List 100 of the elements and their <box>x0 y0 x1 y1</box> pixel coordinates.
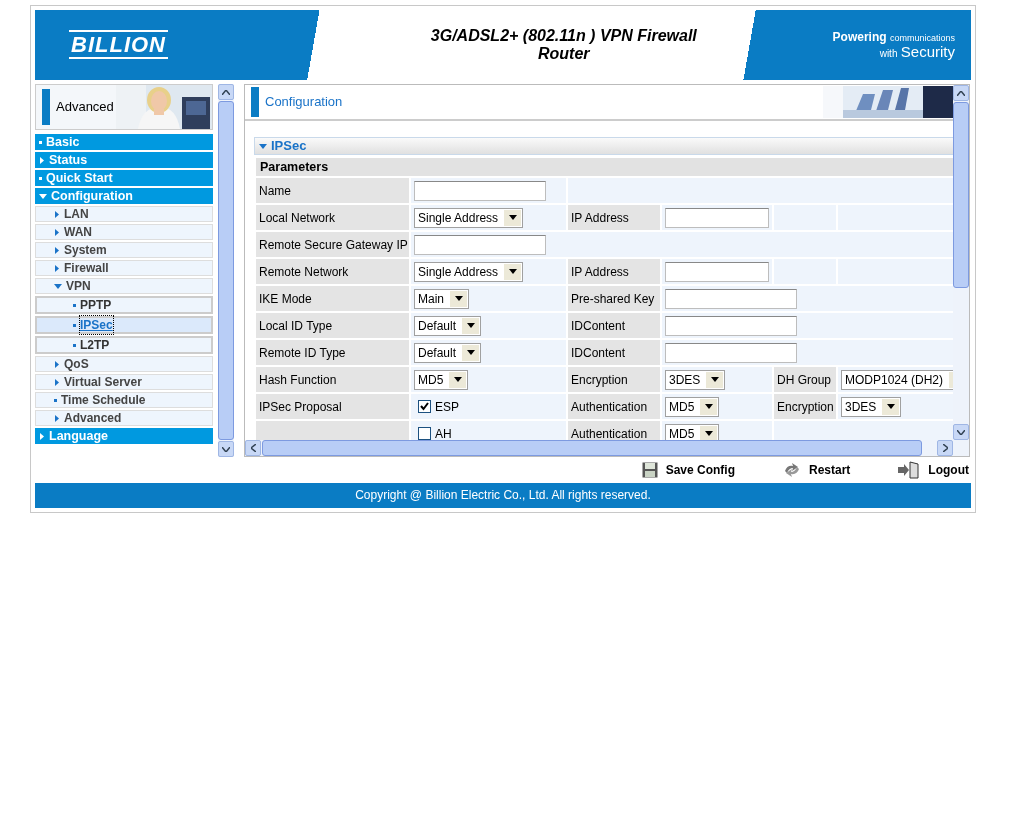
dropdown[interactable]: 3DES <box>665 369 726 390</box>
field-label: Remote Secure Gateway IP <box>259 237 408 252</box>
checkbox-label: AH <box>435 425 452 440</box>
input-field[interactable] <box>414 180 546 201</box>
dropdown[interactable]: MD5 <box>665 396 720 417</box>
billion-logo: BILLION <box>69 29 168 59</box>
scroll-right-icon[interactable] <box>937 440 953 456</box>
sidebar-item[interactable]: VPN <box>35 278 213 294</box>
field-label: Pre-shared Key <box>571 291 655 306</box>
caret-right-icon <box>39 156 45 164</box>
scroll-down-icon[interactable] <box>218 441 234 457</box>
field-label: Authentication <box>571 426 648 440</box>
sidebar-item[interactable]: Firewall <box>35 260 213 276</box>
field-label: IP Address <box>571 210 629 225</box>
field-label: Authentication <box>571 399 648 414</box>
caret-right-icon <box>54 246 60 254</box>
input-field[interactable] <box>665 315 797 336</box>
sidebar-item[interactable]: L2TP <box>35 336 213 354</box>
scrollbar[interactable] <box>953 85 969 440</box>
field-label: Remote Network <box>259 264 349 279</box>
tagline-text: Powering <box>832 29 887 44</box>
action-link[interactable]: Restart <box>783 461 851 479</box>
dropdown[interactable]: Default <box>414 315 482 336</box>
checkbox-label: ESP <box>435 398 459 416</box>
field-label: IP Address <box>571 264 629 279</box>
page-heading: Configuration <box>265 93 344 112</box>
dropdown[interactable]: MD5 <box>414 369 469 390</box>
bullet-icon <box>73 343 76 347</box>
caret-down-icon <box>504 209 522 226</box>
scroll-up-icon[interactable] <box>218 84 234 100</box>
bullet-icon <box>54 398 57 402</box>
tagline-text: Security <box>900 42 955 60</box>
input-field[interactable] <box>665 288 797 309</box>
router-title: 3G/ADSL2+ (802.11n ) VPN Firewall Router <box>429 27 698 63</box>
input-field[interactable] <box>665 261 769 282</box>
scroll-up-icon[interactable] <box>953 85 969 101</box>
sidebar-item[interactable]: WAN <box>35 224 213 240</box>
caret-down-icon <box>700 398 718 415</box>
caret-down-icon <box>700 425 718 440</box>
caret-right-icon <box>54 264 60 272</box>
dropdown[interactable]: MODP1024 (DH2) <box>841 369 953 390</box>
sidebar-item[interactable]: Time Schedule <box>35 392 213 408</box>
field-label: Hash Function <box>259 372 337 387</box>
caret-right-icon <box>39 432 45 440</box>
caret-right-icon <box>54 360 60 368</box>
checkbox[interactable] <box>418 427 431 440</box>
sidebar-item[interactable]: Advanced <box>35 410 213 426</box>
caret-down-icon <box>450 290 467 307</box>
field-label: IKE Mode <box>259 291 312 306</box>
sidebar-item[interactable]: Virtual Server <box>35 374 213 390</box>
caret-right-icon <box>54 228 60 236</box>
circular-arrows-icon <box>783 462 801 478</box>
field-label: Local Network <box>259 210 336 225</box>
input-field[interactable] <box>665 342 797 363</box>
exit-door-icon <box>898 461 921 479</box>
copyright-bar: Copyright @ Billion Electric Co., Ltd. All rights reserved. <box>35 483 971 508</box>
field-label: DH Group <box>777 372 832 387</box>
field-label: Encryption <box>777 399 834 414</box>
action-link[interactable]: Save Config <box>641 461 735 479</box>
dropdown[interactable]: 3DES <box>841 396 902 417</box>
dropdown[interactable]: Single Address <box>414 207 524 228</box>
input-field[interactable] <box>665 207 769 228</box>
accent-bar <box>251 87 259 117</box>
tagline-text: communications <box>889 32 955 43</box>
field-label: IDContent <box>571 318 626 333</box>
dropdown[interactable]: MD5 <box>665 423 720 440</box>
bullet-icon <box>39 140 42 144</box>
accent-bar <box>42 89 50 125</box>
caret-right-icon <box>54 210 60 218</box>
sidebar-item[interactable]: System <box>35 242 213 258</box>
checkbox[interactable] <box>418 400 431 413</box>
sidebar-item[interactable]: QoS <box>35 356 213 372</box>
section-header[interactable]: IPSec <box>254 137 953 155</box>
field-label: Encryption <box>571 372 628 387</box>
caret-down-icon <box>504 263 522 280</box>
caret-right-icon <box>54 378 60 386</box>
sidebar-item[interactable]: LAN <box>35 206 213 222</box>
input-field[interactable] <box>414 234 546 255</box>
dropdown[interactable]: Single Address <box>414 261 524 282</box>
tagline-text: with <box>879 47 898 59</box>
scroll-down-icon[interactable] <box>953 424 969 440</box>
caret-down-icon <box>449 371 467 388</box>
caret-down-icon <box>54 283 62 289</box>
field-label: IPSec Proposal <box>259 399 342 414</box>
action-link[interactable]: Logout <box>898 461 969 479</box>
bullet-icon <box>73 303 76 307</box>
field-label: Remote ID Type <box>259 345 346 360</box>
sidebar-item[interactable]: IPSec <box>35 316 213 334</box>
caret-down-icon <box>882 398 900 415</box>
caret-right-icon <box>54 414 60 422</box>
field-label: Name <box>259 183 291 198</box>
caret-down-icon <box>462 317 480 334</box>
caret-down-icon <box>462 344 480 361</box>
sidebar-item[interactable]: PPTP <box>35 296 213 314</box>
dropdown[interactable]: Main <box>414 288 469 309</box>
banner-title: Advanced <box>56 98 114 117</box>
scroll-thumb[interactable] <box>953 102 969 288</box>
scroll-left-icon[interactable] <box>245 440 261 456</box>
dropdown[interactable]: Default <box>414 342 482 363</box>
caret-down-icon <box>39 193 47 199</box>
